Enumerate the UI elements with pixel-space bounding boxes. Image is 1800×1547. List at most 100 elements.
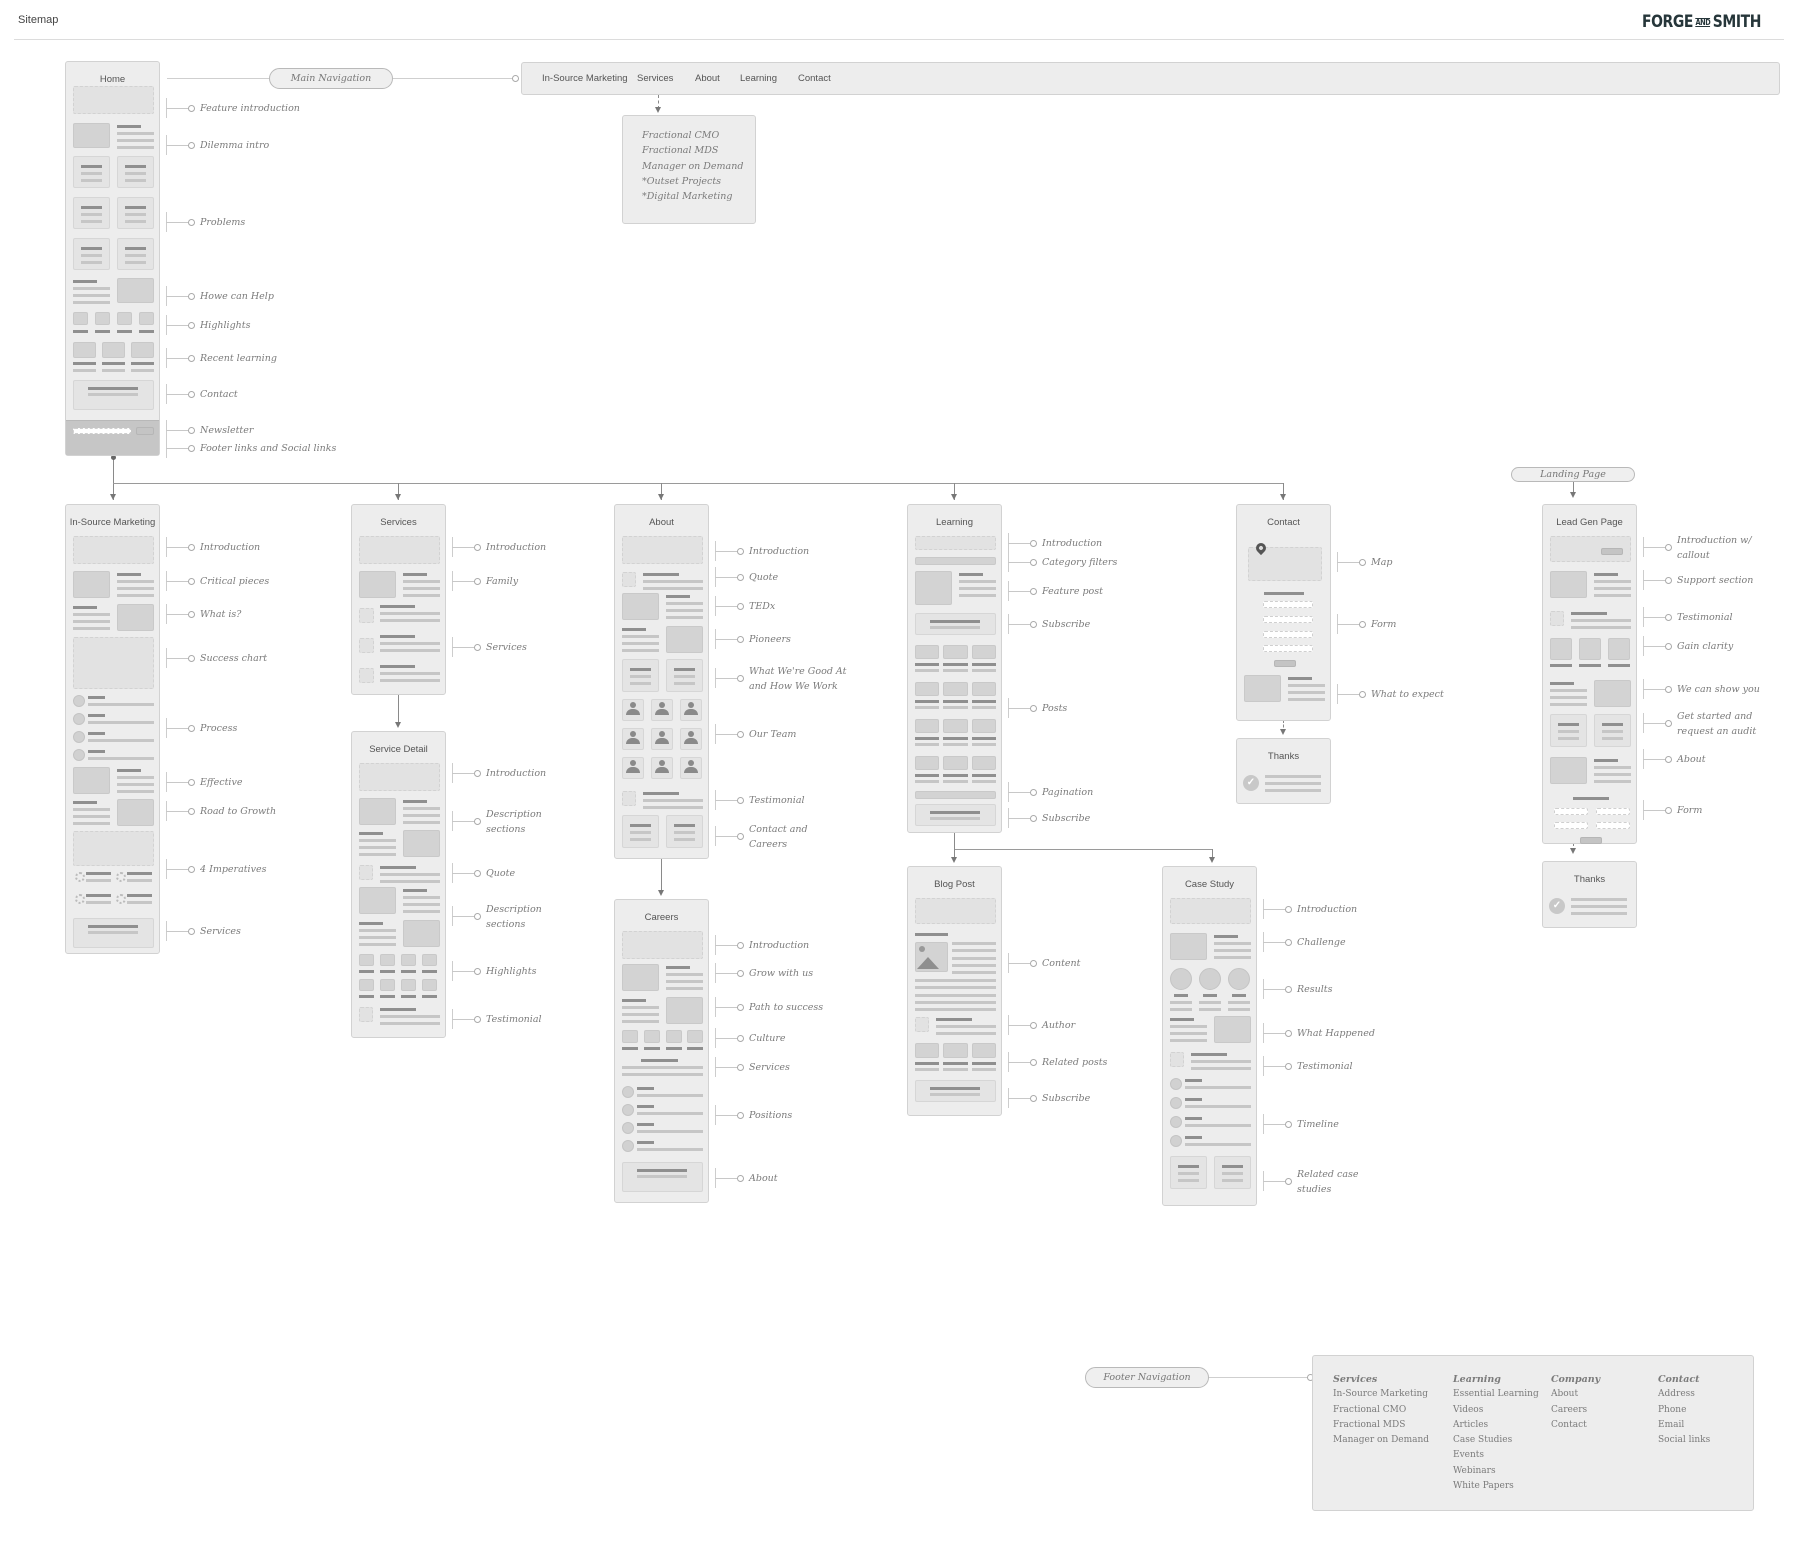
nav-item-learning[interactable]: Learning [740,73,777,84]
footer-link[interactable]: Contact [1551,1418,1600,1433]
annotation-dot [474,644,481,651]
footer-link[interactable]: Social links [1658,1433,1710,1448]
heading-line [86,894,111,897]
text-line [643,806,703,809]
page-service-detail[interactable]: Service Detail [351,731,446,1038]
page-learning[interactable]: Learning [907,504,1002,833]
page-about[interactable]: About [614,504,709,859]
text-line [930,817,980,820]
heading-line [1185,1117,1202,1120]
checkmark-icon: ✓ [1243,775,1259,791]
heading-line [1573,797,1609,800]
annotation-label: Subscribe [1042,619,1091,630]
heading-line [1602,723,1623,726]
page-case-study[interactable]: Case Study [1162,866,1257,1206]
heading-line [666,1047,682,1050]
footer-link[interactable]: Careers [1551,1403,1600,1418]
annotation-line [166,658,188,659]
nav-item-about[interactable]: About [695,73,720,84]
heading-line [422,995,437,998]
heading-line [73,330,88,333]
annotation-label: Subscribe [1042,813,1091,824]
nav-item-contact[interactable]: Contact [798,73,831,84]
annotation-label: Success chart [200,653,268,664]
page-careers[interactable]: Careers [614,899,709,1203]
heading-line [88,387,138,390]
footer-link[interactable]: Email [1658,1418,1710,1433]
image-placeholder [422,979,437,991]
arrow-down-icon [1570,848,1576,854]
text-line [403,594,440,597]
annotation-label: Road to Growth [200,806,277,817]
gear-icon [75,894,85,904]
dropdown-item[interactable]: *Outset Projects [642,174,755,189]
page-contact-thanks[interactable]: Thanks ✓ [1236,738,1331,804]
page-lead-thanks[interactable]: Thanks ✓ [1542,861,1637,928]
annotation-label: Testimonial [749,795,805,806]
image-placeholder [687,1030,703,1043]
page-home[interactable]: Home [65,61,160,456]
footer-link[interactable]: Fractional MDS [1333,1418,1429,1433]
dropdown-item[interactable]: Fractional MDS [642,143,755,158]
text-line [630,675,651,678]
circle-placeholder [73,695,85,707]
text-line [127,879,152,882]
text-line [117,132,154,135]
page-insource[interactable]: In-Source Marketing [65,504,160,954]
annotation-label: Description sections [486,809,542,835]
footer-nav-connector [1209,1377,1309,1378]
text-line [1265,782,1321,785]
image-placeholder [359,798,396,825]
dropdown-item[interactable]: *Digital Marketing [642,189,755,204]
heading-line [1232,994,1246,997]
page-lead-gen[interactable]: Lead Gen Page [1542,504,1637,844]
footer-link[interactable]: Videos [1453,1403,1539,1418]
annotation-dot [1030,815,1037,822]
image-placeholder [666,997,703,1024]
footer-link[interactable]: Articles [1453,1418,1539,1433]
footer-link[interactable]: Address [1658,1387,1710,1402]
dropdown-item[interactable]: Manager on Demand [642,159,755,174]
footer-nav-box: Services In-Source Marketing Fractional … [1312,1355,1754,1511]
annotation-line [452,581,474,582]
footer-link[interactable]: Manager on Demand [1333,1433,1429,1448]
image-placeholder [117,278,154,303]
heading-line [943,737,968,740]
footer-link[interactable]: Case Studies [1453,1433,1539,1448]
footer-link[interactable]: Events [1453,1448,1539,1463]
nav-item-services[interactable]: Services [637,73,673,84]
footer-link[interactable]: Webinars [1453,1464,1539,1479]
dropdown-item[interactable]: Fractional CMO [642,128,755,143]
annotation-dot [737,833,744,840]
page-contact[interactable]: Contact [1236,504,1331,721]
tree-horizontal-connector [113,483,1283,484]
heading-line [1594,759,1618,762]
footer-col-services: Services In-Source Marketing Fractional … [1333,1372,1429,1448]
heading-line [117,330,132,333]
annotation-label: Author [1042,1020,1076,1031]
annotation-line [166,296,188,297]
annotation-label: Feature post [1042,586,1103,597]
footer-link[interactable]: About [1551,1387,1600,1402]
text-line [943,669,968,672]
text-line [73,620,110,623]
footer-link[interactable]: Fractional CMO [1333,1403,1429,1418]
annotation-label: Introduction [200,542,261,553]
footer-link[interactable]: Essential Learning [1453,1387,1539,1402]
arrow-down-icon [658,890,664,896]
text-line [117,594,154,597]
text-line [936,1025,996,1028]
text-line [952,942,996,945]
footer-link[interactable]: White Papers [1453,1479,1539,1494]
footer-link[interactable]: In-Source Marketing [1333,1387,1429,1402]
image-placeholder [73,342,96,358]
connector-dot [512,75,519,82]
text-line [674,682,695,685]
nav-item-in-source-marketing[interactable]: In-Source Marketing [542,73,628,84]
page-services[interactable]: Services [351,504,446,695]
footer-link[interactable]: Phone [1658,1403,1710,1418]
annotation-dot [737,1175,744,1182]
annotation-dot [1665,686,1672,693]
page-blog-post[interactable]: Blog Post [907,866,1002,1116]
annotation-label: We can show you [1677,684,1760,695]
